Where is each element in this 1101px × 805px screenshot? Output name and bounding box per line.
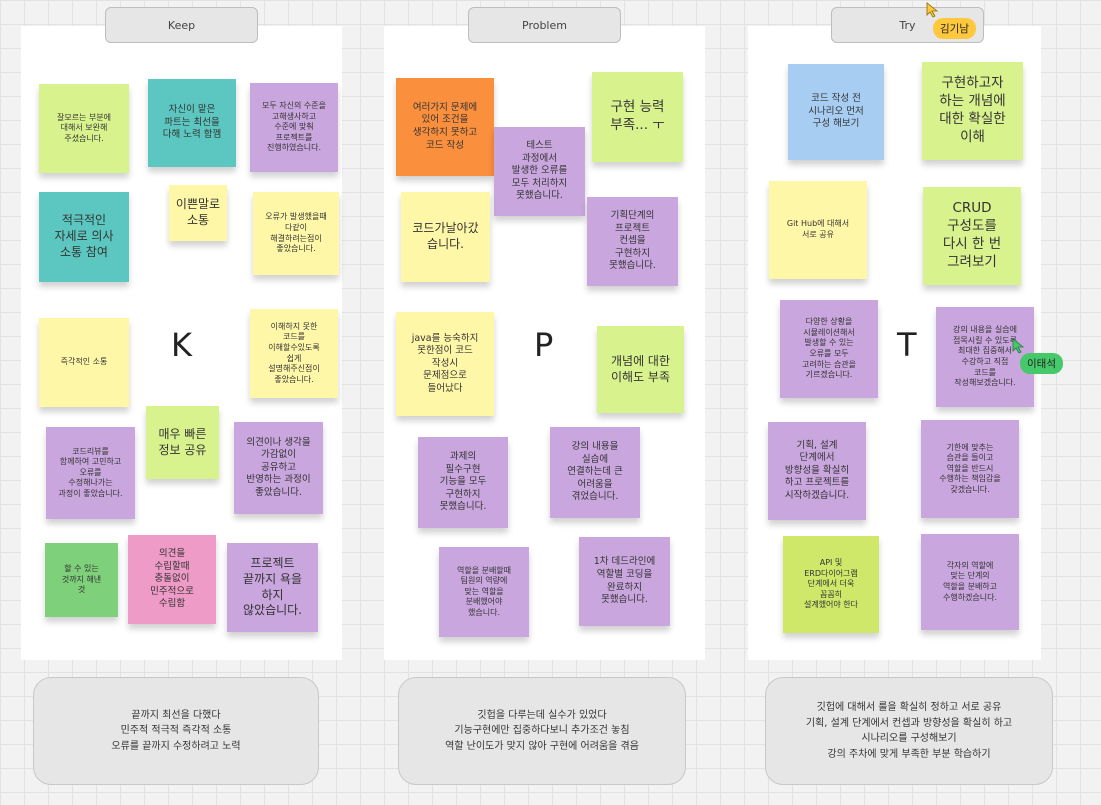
sticky-note[interactable]: 코드리뷰를 함께하여 고민하고 오류를 수정해나가는 과정이 좋았습니다.	[46, 427, 135, 519]
sticky-note[interactable]: 잘모르는 부분에 대해서 보완해 주셨습니다.	[39, 84, 129, 173]
problem-header[interactable]: Problem	[468, 7, 621, 43]
sticky-note[interactable]: 각자의 역할에 맞는 단계의 역할을 분배하고 수행하겠습니다.	[921, 534, 1019, 630]
sticky-note[interactable]: 코드가날아갔 습니다.	[401, 192, 490, 282]
cursor-arrow-icon	[1012, 338, 1025, 354]
sticky-note[interactable]: java를 능숙하지 못한점이 코드 작성시 문제점으로 들어났다	[396, 312, 494, 416]
sticky-note[interactable]: 의견이나 생각을 가감없이 공유하고 반영하는 과정이 좋았습니다.	[234, 422, 323, 514]
sticky-note[interactable]: 강의 내용을 실습에 접목시킬 수 있도록 최대한 집중해서 수강하고 직접 코…	[936, 307, 1034, 407]
sticky-note[interactable]: 적극적인 자세로 의사 소통 참여	[39, 192, 129, 282]
sticky-note[interactable]: 오류가 발생했을때 다같이 해결하려는점이 좋았습니다.	[253, 192, 339, 275]
sticky-note[interactable]: 다양한 상황을 시뮬레이션해서 발생할 수 있는 오류를 모두 고려하는 습관을…	[780, 300, 878, 398]
problem-summary[interactable]: 깃헙을 다루는데 실수가 있었다 기능구현에만 집중하다보니 추가조건 놓침 역…	[398, 677, 686, 785]
sticky-note[interactable]: 프로젝트 끝까지 욕을 하지 않았습니다.	[227, 543, 318, 632]
keep-summary[interactable]: 끝까지 최선을 다했다 민주적 적극적 즉각적 소통 오류를 끝까지 수정하려고…	[33, 677, 319, 785]
try-letter: T	[897, 326, 917, 364]
sticky-note[interactable]: 의견을 수립할때 충돌없이 민주적으로 수립함	[128, 535, 216, 624]
sticky-note[interactable]: CRUD 구성도를 다시 한 번 그려보기	[923, 187, 1021, 285]
keep-header[interactable]: Keep	[105, 7, 258, 43]
sticky-note[interactable]: 구현 능력 부족... ㅜ	[592, 72, 683, 162]
sticky-note[interactable]: Git Hub에 대해서 서로 공유	[769, 181, 867, 279]
keep-letter: K	[171, 326, 192, 364]
sticky-note[interactable]: 이쁜말로 소통	[169, 185, 227, 241]
sticky-note[interactable]: 1차 데드라인에 역할별 코딩을 완료하지 못했습니다.	[579, 537, 670, 626]
collaborator-cursor-label: 김기남	[933, 18, 976, 39]
sticky-note[interactable]: 이해하지 못한 코드를 이해할수있도록 쉽게 설명해주신점이 좋았습니다.	[250, 309, 338, 398]
problem-letter: P	[534, 326, 554, 364]
sticky-note[interactable]: 테스트 과정에서 발생한 오류를 모두 처리하지 못했습니다.	[494, 127, 585, 216]
collaborator-cursor-label: 이태석	[1020, 353, 1063, 374]
try-summary[interactable]: 깃헙에 대해서 룰을 확실히 정하고 서로 공유 기획, 설계 단계에서 컨셉과…	[765, 677, 1053, 785]
sticky-note[interactable]: 기한에 맞추는 습관을 들이고 역할을 반드시 수행하는 책임감을 갖겠습니다.	[921, 420, 1019, 518]
sticky-note[interactable]: 할 수 있는 것까지 해낸 것	[45, 543, 118, 617]
sticky-note[interactable]: 여러가지 문제에 있어 조건을 생각하지 못하고 코드 작성	[396, 78, 494, 176]
sticky-note[interactable]: 자신이 맡은 파트는 최선을 다해 노력 함껨	[148, 79, 236, 167]
sticky-note[interactable]: 역할을 분배할때 팀원의 역량에 맞는 역할을 분배했어야 했습니다.	[439, 547, 529, 637]
sticky-note[interactable]: 강의 내용을 실습에 연결하는데 큰 어려움을 겪었습니다.	[550, 427, 640, 518]
sticky-note[interactable]: 기획단계의 프로젝트 컨셉을 구현하지 못했습니다.	[587, 197, 678, 286]
sticky-note[interactable]: 매우 빠른 정보 공유	[146, 406, 219, 479]
sticky-note[interactable]: 구현하고자 하는 개념에 대한 확실한 이해	[922, 62, 1023, 160]
sticky-note[interactable]: API 및 ERD다이어그램 단계에서 더욱 꼼꼼히 설계했어야 한다	[783, 536, 879, 633]
sticky-note[interactable]: 과제의 필수구현 기능을 모두 구현하지 못했습니다.	[418, 437, 508, 528]
sticky-note[interactable]: 기획, 설계 단계에서 방향성을 확실히 하고 프로젝트를 시작하겠습니다.	[768, 422, 866, 520]
sticky-note[interactable]: 모두 자신의 수준을 고해생사하고 수준에 맞춰 프로젝트를 진행하였습니다.	[250, 83, 338, 172]
cursor-arrow-icon	[926, 2, 939, 18]
sticky-note[interactable]: 즉각적인 소통	[39, 318, 129, 407]
sticky-note[interactable]: 개념에 대한 이해도 부족	[597, 326, 684, 413]
sticky-note[interactable]: 코드 작성 전 시나리오 먼저 구성 해보기	[788, 64, 884, 160]
